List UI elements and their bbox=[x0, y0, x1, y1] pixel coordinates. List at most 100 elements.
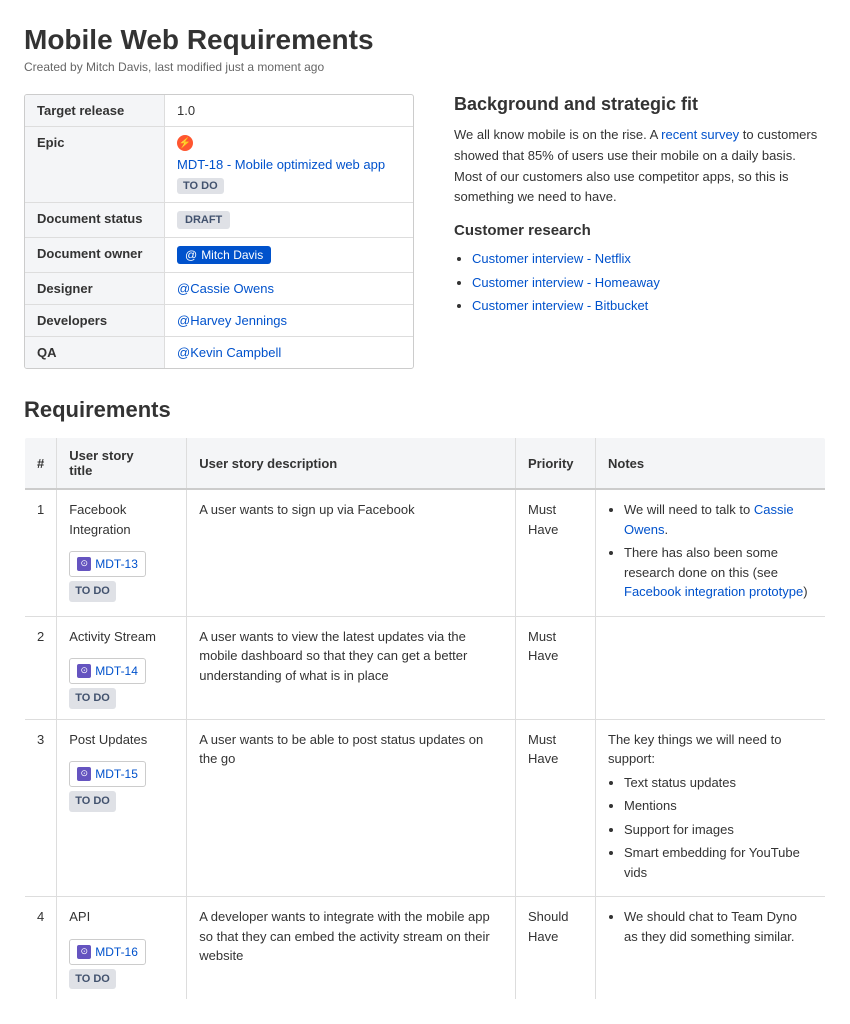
label-qa: QA bbox=[25, 337, 165, 368]
cassie-link[interactable]: Cassie Owens bbox=[624, 502, 794, 537]
value-doc-owner: @ Mitch Davis bbox=[165, 238, 283, 272]
col-header-story-desc: User story description bbox=[187, 438, 516, 490]
draft-badge: DRAFT bbox=[177, 211, 230, 229]
mdt-badge[interactable]: ⊙ MDT-15 bbox=[69, 761, 146, 787]
todo-tag: TO DO bbox=[69, 581, 116, 602]
at-icon: @ bbox=[185, 248, 197, 262]
row-story-desc: A user wants to view the latest updates … bbox=[187, 616, 516, 719]
notes-intro: The key things we will need to support: bbox=[608, 732, 781, 767]
customer-research-heading: Customer research bbox=[454, 222, 826, 239]
mdt-badge[interactable]: ⊙ MDT-13 bbox=[69, 551, 146, 577]
col-header-notes: Notes bbox=[596, 438, 826, 490]
info-row-qa: QA Kevin Campbell bbox=[25, 337, 413, 368]
mdt-badge[interactable]: ⊙ MDT-16 bbox=[69, 939, 146, 965]
row-priority: Must Have bbox=[516, 719, 596, 897]
notes-item: Smart embedding for YouTube vids bbox=[624, 843, 813, 882]
label-developers: Developers bbox=[25, 305, 165, 336]
table-row: 3 Post Updates ⊙ MDT-15 TO DO A user wan… bbox=[25, 719, 826, 897]
info-row-doc-status: Document status DRAFT bbox=[25, 203, 413, 238]
story-badge-block: ⊙ MDT-14 TO DO bbox=[69, 652, 174, 709]
row-priority: Must Have bbox=[516, 616, 596, 719]
notes-item: We will need to talk to Cassie Owens. bbox=[624, 500, 813, 539]
owner-tag[interactable]: @ Mitch Davis bbox=[177, 246, 271, 264]
row-priority: Must Have bbox=[516, 489, 596, 616]
epic-todo-badge: TO DO bbox=[177, 178, 224, 194]
notes-item: We should chat to Team Dyno as they did … bbox=[624, 907, 813, 946]
table-row: 2 Activity Stream ⊙ MDT-14 TO DO A user … bbox=[25, 616, 826, 719]
row-notes: The key things we will need to support: … bbox=[596, 719, 826, 897]
epic-icon: ⚡ bbox=[177, 135, 193, 151]
notes-item: Support for images bbox=[624, 820, 813, 840]
table-header-row: # User storytitle User story description… bbox=[25, 438, 826, 490]
label-designer: Designer bbox=[25, 273, 165, 304]
requirements-section-title: Requirements bbox=[24, 397, 826, 423]
top-section: Target release 1.0 Epic ⚡ MDT-18 - Mobil… bbox=[24, 94, 826, 369]
value-designer: Cassie Owens bbox=[165, 273, 286, 304]
value-developers: Harvey Jennings bbox=[165, 305, 299, 336]
table-row: 4 API ⊙ MDT-16 TO DO A developer wants t… bbox=[25, 897, 826, 1000]
list-item: Customer interview - Netflix bbox=[472, 247, 826, 270]
row-notes: We will need to talk to Cassie Owens. Th… bbox=[596, 489, 826, 616]
background-panel: Background and strategic fit We all know… bbox=[454, 94, 826, 369]
mdt-icon: ⊙ bbox=[77, 945, 91, 959]
list-item: Customer interview - Bitbucket bbox=[472, 294, 826, 317]
requirements-table: # User storytitle User story description… bbox=[24, 437, 826, 1000]
developer-mention[interactable]: Harvey Jennings bbox=[177, 313, 287, 328]
info-row-epic: Epic ⚡ MDT-18 - Mobile optimized web app… bbox=[25, 127, 413, 203]
notes-item: Text status updates bbox=[624, 773, 813, 793]
info-row-designer: Designer Cassie Owens bbox=[25, 273, 413, 305]
interview-bitbucket-link[interactable]: Customer interview - Bitbucket bbox=[472, 298, 648, 313]
story-badge-block: ⊙ MDT-13 TO DO bbox=[69, 545, 174, 602]
todo-tag: TO DO bbox=[69, 969, 116, 990]
story-title-text: Facebook Integration bbox=[69, 502, 130, 537]
col-header-num: # bbox=[25, 438, 57, 490]
mdt-label: MDT-13 bbox=[95, 555, 138, 573]
row-story-title: Activity Stream ⊙ MDT-14 TO DO bbox=[57, 616, 187, 719]
story-title-text: API bbox=[69, 909, 90, 924]
row-story-title: Facebook Integration ⊙ MDT-13 TO DO bbox=[57, 489, 187, 616]
label-doc-status: Document status bbox=[25, 203, 165, 237]
table-row: 1 Facebook Integration ⊙ MDT-13 TO DO A … bbox=[25, 489, 826, 616]
row-story-desc: A developer wants to integrate with the … bbox=[187, 897, 516, 1000]
mdt-icon: ⊙ bbox=[77, 767, 91, 781]
value-target-release: 1.0 bbox=[165, 95, 207, 126]
mdt-label: MDT-15 bbox=[95, 765, 138, 783]
row-num: 1 bbox=[25, 489, 57, 616]
mdt-badge[interactable]: ⊙ MDT-14 bbox=[69, 658, 146, 684]
recent-survey-link[interactable]: recent survey bbox=[661, 127, 739, 142]
row-story-desc: A user wants to sign up via Facebook bbox=[187, 489, 516, 616]
row-num: 4 bbox=[25, 897, 57, 1000]
story-title-text: Activity Stream bbox=[69, 629, 156, 644]
row-notes bbox=[596, 616, 826, 719]
story-title-text: Post Updates bbox=[69, 732, 147, 747]
info-row-doc-owner: Document owner @ Mitch Davis bbox=[25, 238, 413, 273]
interview-netflix-link[interactable]: Customer interview - Netflix bbox=[472, 251, 631, 266]
background-body: We all know mobile is on the rise. A rec… bbox=[454, 125, 826, 208]
qa-mention[interactable]: Kevin Campbell bbox=[177, 345, 281, 360]
row-story-title: API ⊙ MDT-16 TO DO bbox=[57, 897, 187, 1000]
story-badge-block: ⊙ MDT-16 TO DO bbox=[69, 933, 174, 990]
page-subtitle: Created by Mitch Davis, last modified ju… bbox=[24, 60, 826, 74]
mdt-icon: ⊙ bbox=[77, 557, 91, 571]
row-story-desc: A user wants to be able to post status u… bbox=[187, 719, 516, 897]
interview-homeaway-link[interactable]: Customer interview - Homeaway bbox=[472, 275, 660, 290]
col-header-story-title: User storytitle bbox=[57, 438, 187, 490]
designer-mention[interactable]: Cassie Owens bbox=[177, 281, 274, 296]
story-badge-block: ⊙ MDT-15 TO DO bbox=[69, 755, 174, 812]
row-story-title: Post Updates ⊙ MDT-15 TO DO bbox=[57, 719, 187, 897]
notes-list: We should chat to Team Dyno as they did … bbox=[608, 907, 813, 946]
info-table: Target release 1.0 Epic ⚡ MDT-18 - Mobil… bbox=[24, 94, 414, 369]
todo-tag: TO DO bbox=[69, 688, 116, 709]
fb-prototype-link[interactable]: Facebook integration prototype bbox=[624, 584, 803, 599]
col-header-priority: Priority bbox=[516, 438, 596, 490]
notes-item: There has also been some research done o… bbox=[624, 543, 813, 602]
list-item: Customer interview - Homeaway bbox=[472, 271, 826, 294]
info-row-developers: Developers Harvey Jennings bbox=[25, 305, 413, 337]
notes-item: Mentions bbox=[624, 796, 813, 816]
row-notes: We should chat to Team Dyno as they did … bbox=[596, 897, 826, 1000]
label-target-release: Target release bbox=[25, 95, 165, 126]
label-epic: Epic bbox=[25, 127, 165, 202]
mdt-icon: ⊙ bbox=[77, 664, 91, 678]
epic-link[interactable]: MDT-18 - Mobile optimized web app bbox=[177, 157, 385, 172]
customer-research-list: Customer interview - Netflix Customer in… bbox=[454, 247, 826, 317]
